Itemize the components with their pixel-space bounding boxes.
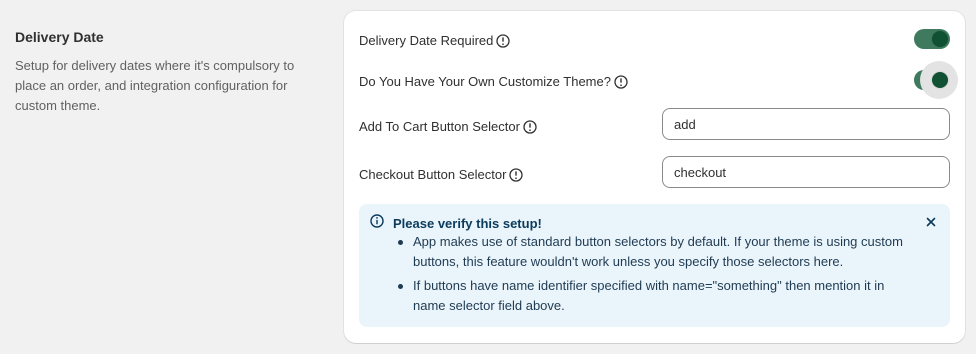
delivery-required-label: Delivery Date Required: [359, 33, 494, 48]
info-circle-icon: [370, 214, 384, 233]
banner-title: Please verify this setup!: [393, 215, 542, 231]
banner-header: Please verify this setup!: [370, 214, 542, 233]
toggle-knob: [932, 72, 948, 88]
add-to-cart-label: Add To Cart Button Selector: [359, 119, 520, 134]
info-icon[interactable]: [614, 75, 628, 89]
checkout-selector-input[interactable]: [662, 156, 950, 188]
custom-theme-row: Do You Have Your Own Customize Theme?: [359, 73, 628, 91]
banner-list-item: If buttons have name identifier specifie…: [397, 276, 917, 316]
add-to-cart-row: Add To Cart Button Selector: [359, 118, 537, 136]
toggle-knob: [932, 31, 948, 47]
section-description: Setup for delivery dates where it's comp…: [15, 58, 295, 113]
close-icon[interactable]: [922, 213, 940, 231]
delivery-required-toggle[interactable]: [914, 29, 950, 49]
verify-setup-banner: Please verify this setup! App makes use …: [359, 204, 950, 327]
custom-theme-label: Do You Have Your Own Customize Theme?: [359, 74, 611, 89]
banner-list-item: App makes use of standard button selecto…: [397, 232, 917, 272]
checkout-label: Checkout Button Selector: [359, 167, 507, 182]
info-icon[interactable]: [523, 120, 537, 134]
custom-theme-toggle[interactable]: [914, 61, 958, 99]
section-title: Delivery Date: [15, 29, 104, 45]
banner-list: App makes use of standard button selecto…: [397, 232, 917, 320]
delivery-required-row: Delivery Date Required: [359, 32, 511, 50]
section-info: Delivery Date Setup for delivery dates w…: [15, 27, 315, 116]
checkout-row: Checkout Button Selector: [359, 166, 524, 184]
info-icon[interactable]: [496, 34, 511, 48]
settings-page: Delivery Date Setup for delivery dates w…: [0, 0, 976, 354]
settings-card: Delivery Date Required Do You Have Your …: [344, 11, 965, 343]
add-to-cart-selector-input[interactable]: [662, 108, 950, 140]
info-icon[interactable]: [509, 168, 524, 182]
